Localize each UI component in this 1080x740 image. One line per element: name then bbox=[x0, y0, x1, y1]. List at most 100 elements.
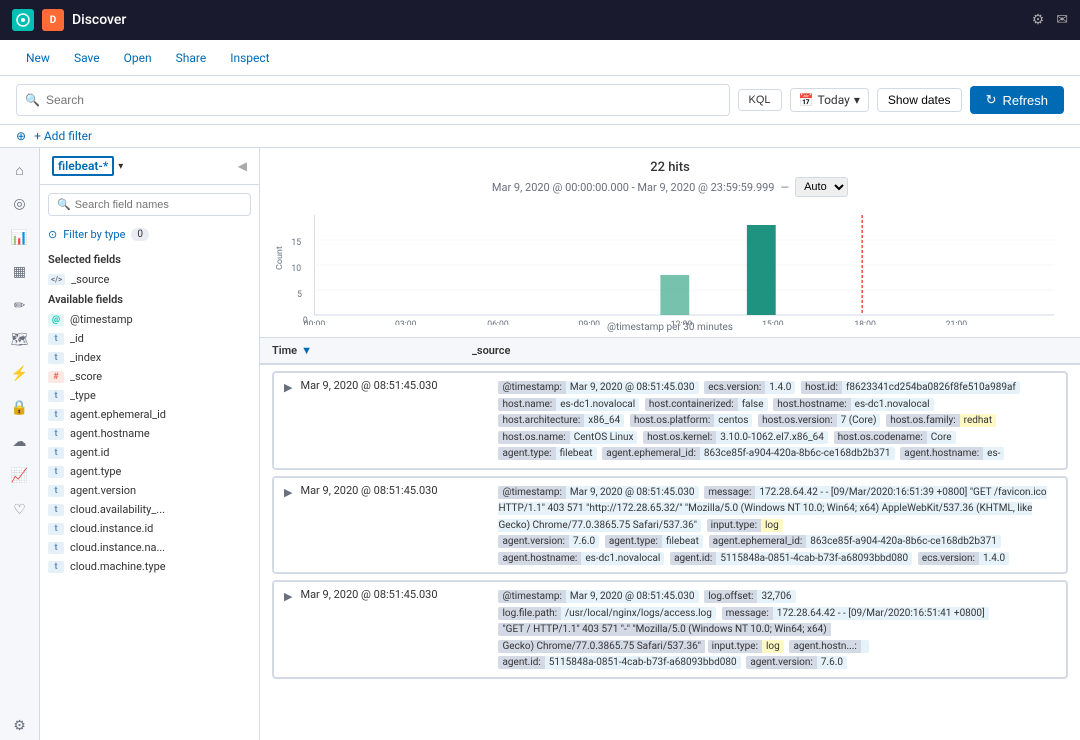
available-fields-section: Available fields bbox=[40, 289, 259, 310]
result-row[interactable]: ▶ Mar 9, 2020 @ 08:51:45.030 @timestamp:… bbox=[272, 580, 1068, 679]
result-row[interactable]: ▶ Mar 9, 2020 @ 08:51:45.030 @timestamp:… bbox=[272, 371, 1068, 470]
field-item-cloud-az[interactable]: t cloud.availability_... bbox=[40, 500, 259, 519]
maps-icon[interactable]: 🗺 bbox=[6, 326, 34, 354]
search-bar: 🔍 KQL 📅 Today ▾ Show dates ↻ Refresh bbox=[0, 76, 1080, 125]
calendar-icon: 📅 bbox=[799, 93, 814, 107]
selected-field-source[interactable]: </> _source bbox=[40, 270, 259, 289]
field-item-type[interactable]: t _type bbox=[40, 386, 259, 405]
chart-container: 0 5 10 15 00:00 03:00 06:00 09: bbox=[276, 205, 1064, 325]
sort-icon: ▼ bbox=[301, 344, 312, 357]
settings-icon[interactable]: ⚙ bbox=[1032, 12, 1045, 28]
nav-new[interactable]: New bbox=[16, 45, 60, 71]
time-column-header[interactable]: Time ▼ bbox=[272, 344, 472, 357]
home-icon[interactable]: ⌂ bbox=[6, 156, 34, 184]
main-layout: ⌂ ◎ 📊 ▦ ✏ 🗺 ⚡ 🔒 ☁ 📈 ♡ ⚙ filebeat-* ▾ ◀ 🔍 bbox=[0, 148, 1080, 740]
svg-text:18:00: 18:00 bbox=[854, 320, 876, 325]
svg-text:10: 10 bbox=[291, 264, 301, 274]
result-row-header: ▶ Mar 9, 2020 @ 08:51:45.030 @timestamp:… bbox=[274, 373, 1066, 468]
field-item-cloud-instance-na[interactable]: t cloud.instance.na... bbox=[40, 538, 259, 557]
apm-icon[interactable]: 📈 bbox=[6, 462, 34, 490]
field-type-icon: t bbox=[48, 390, 64, 402]
app-icon: D bbox=[42, 9, 64, 31]
svg-text:06:00: 06:00 bbox=[487, 320, 509, 325]
svg-text:00:00: 00:00 bbox=[304, 320, 326, 325]
field-search-wrap[interactable]: 🔍 bbox=[48, 193, 251, 216]
add-filter-button[interactable]: + Add filter bbox=[34, 129, 92, 143]
kql-button[interactable]: KQL bbox=[738, 89, 782, 111]
field-item-ephemeral-id[interactable]: t agent.ephemeral_id bbox=[40, 405, 259, 424]
row-time: Mar 9, 2020 @ 08:51:45.030 bbox=[300, 588, 490, 601]
search-input-wrap[interactable]: 🔍 bbox=[16, 84, 730, 116]
field-type-icon: t bbox=[48, 561, 64, 573]
field-type-icon: @ bbox=[48, 314, 64, 326]
svg-text:5: 5 bbox=[297, 290, 302, 300]
field-type-icon: t bbox=[48, 485, 64, 497]
nav-inspect[interactable]: Inspect bbox=[220, 45, 279, 71]
field-name: cloud.availability_... bbox=[70, 503, 165, 516]
search-icon: 🔍 bbox=[25, 93, 40, 107]
chevron-down-icon: ▾ bbox=[118, 161, 123, 172]
index-selector[interactable]: filebeat-* ▾ ◀ bbox=[40, 148, 259, 185]
nav-open[interactable]: Open bbox=[114, 45, 162, 71]
field-search-input[interactable] bbox=[75, 199, 242, 211]
result-row[interactable]: ▶ Mar 9, 2020 @ 08:51:45.030 @timestamp:… bbox=[272, 476, 1068, 575]
field-name: _source bbox=[71, 273, 109, 286]
dashboard-icon[interactable]: ▦ bbox=[6, 258, 34, 286]
expand-button[interactable]: ▶ bbox=[284, 590, 292, 603]
discover-icon active[interactable]: ◎ bbox=[6, 190, 34, 218]
nav-share[interactable]: Share bbox=[166, 45, 217, 71]
auto-interval-select[interactable]: Auto bbox=[795, 177, 848, 197]
field-item-id[interactable]: t _id bbox=[40, 329, 259, 348]
canvas-icon[interactable]: ✏ bbox=[6, 292, 34, 320]
field-item-cloud-machine-type[interactable]: t cloud.machine.type bbox=[40, 557, 259, 576]
row-source: @timestamp:Mar 9, 2020 @ 08:51:45.030 lo… bbox=[498, 588, 1056, 671]
field-item-score[interactable]: # _score bbox=[40, 367, 259, 386]
date-picker[interactable]: 📅 Today ▾ bbox=[790, 88, 869, 112]
field-type-icon: t bbox=[48, 428, 64, 440]
search-input[interactable] bbox=[46, 93, 721, 107]
refresh-icon: ↻ bbox=[986, 92, 997, 108]
filter-by-type[interactable]: ⊙ Filter by type 0 bbox=[40, 224, 259, 249]
filter-bar: ⊕ + Add filter bbox=[0, 125, 1080, 148]
field-name: agent.id bbox=[70, 446, 109, 459]
field-name: cloud.instance.id bbox=[70, 522, 153, 535]
result-row-header: ▶ Mar 9, 2020 @ 08:51:45.030 @timestamp:… bbox=[274, 582, 1066, 677]
field-name: cloud.instance.na... bbox=[70, 541, 165, 554]
field-type-icon: # bbox=[48, 371, 64, 383]
nav-save[interactable]: Save bbox=[64, 45, 110, 71]
svg-text:15: 15 bbox=[291, 238, 301, 248]
expand-button[interactable]: ▶ bbox=[284, 486, 292, 499]
refresh-button[interactable]: ↻ Refresh bbox=[970, 86, 1064, 114]
field-item-agent-version[interactable]: t agent.version bbox=[40, 481, 259, 500]
field-type-icon: t bbox=[48, 409, 64, 421]
field-type-icon: t bbox=[48, 333, 64, 345]
field-item-timestamp[interactable]: @ @timestamp bbox=[40, 310, 259, 329]
mail-icon[interactable]: ✉ bbox=[1056, 12, 1068, 28]
field-name: agent.version bbox=[70, 484, 136, 497]
field-search-area: 🔍 bbox=[40, 185, 259, 224]
field-item-agent-type[interactable]: t agent.type bbox=[40, 462, 259, 481]
histogram-chart: 0 5 10 15 00:00 03:00 06:00 09: bbox=[276, 205, 1064, 325]
settings-nav-icon[interactable]: ⚙ bbox=[6, 712, 34, 740]
field-item-agent-id[interactable]: t agent.id bbox=[40, 443, 259, 462]
field-type-icon: t bbox=[48, 447, 64, 459]
expand-button[interactable]: ▶ bbox=[284, 381, 292, 394]
elastic-logo[interactable] bbox=[12, 9, 34, 31]
field-name: agent.hostname bbox=[70, 427, 150, 440]
field-item-cloud-instance-id[interactable]: t cloud.instance.id bbox=[40, 519, 259, 538]
field-item-hostname[interactable]: t agent.hostname bbox=[40, 424, 259, 443]
right-panel: 22 hits Mar 9, 2020 @ 00:00:00.000 - Mar… bbox=[260, 148, 1080, 740]
collapse-button[interactable]: ◀ bbox=[238, 159, 247, 173]
show-dates-button[interactable]: Show dates bbox=[877, 88, 962, 112]
table-header: Time ▼ _source bbox=[260, 338, 1080, 365]
results-area: Time ▼ _source ▶ Mar 9, 2020 @ 08:51:45.… bbox=[260, 338, 1080, 740]
visualize-icon[interactable]: 📊 bbox=[6, 224, 34, 252]
field-item-index[interactable]: t _index bbox=[40, 348, 259, 367]
ml-icon[interactable]: ⚡ bbox=[6, 360, 34, 388]
infra-icon[interactable]: ☁ bbox=[6, 428, 34, 456]
siem-icon[interactable]: 🔒 bbox=[6, 394, 34, 422]
field-name: agent.ephemeral_id bbox=[70, 408, 166, 421]
row-time: Mar 9, 2020 @ 08:51:45.030 bbox=[300, 484, 490, 497]
uptime-icon[interactable]: ♡ bbox=[6, 496, 34, 524]
field-name: _id bbox=[70, 332, 84, 345]
